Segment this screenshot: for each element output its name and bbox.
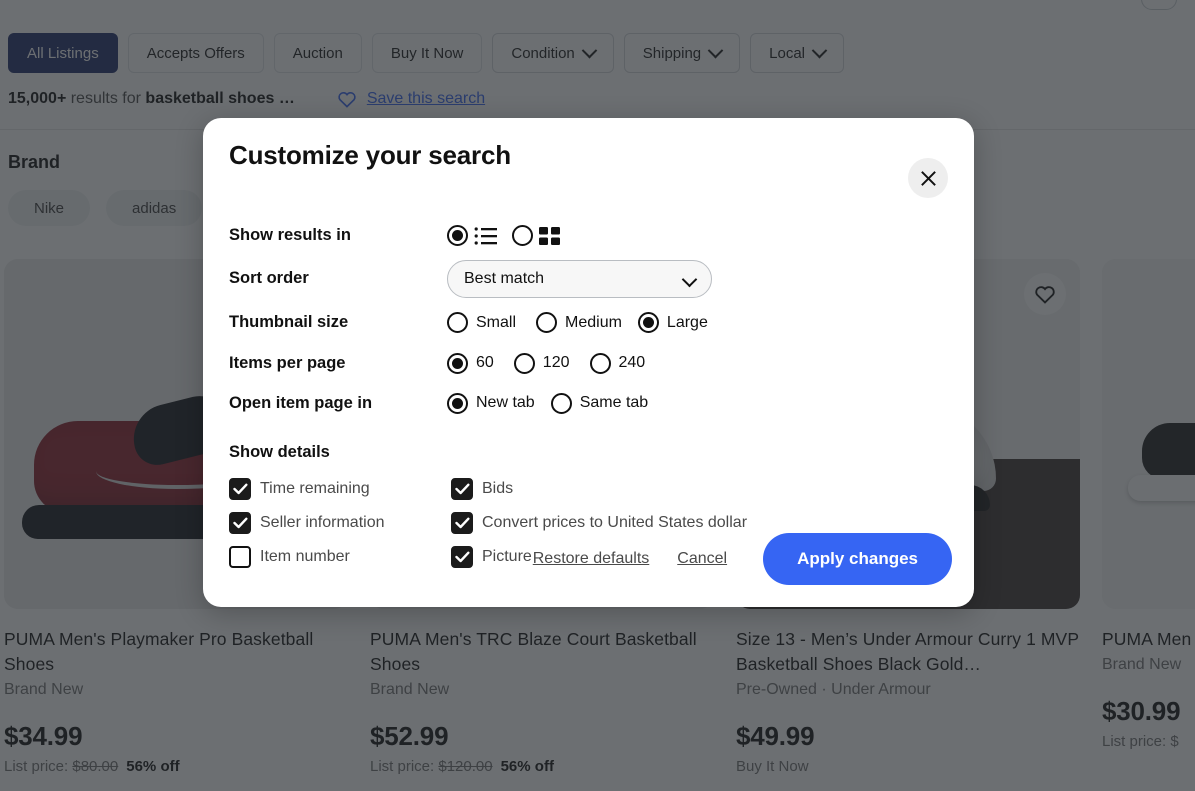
setting-label: Thumbnail size (229, 313, 447, 332)
option-label: Item number (260, 548, 350, 566)
list-view-icon (474, 226, 498, 246)
setting-label: Open item page in (229, 394, 447, 413)
checkbox-seller-information[interactable] (229, 512, 251, 534)
view-mode-group (447, 225, 561, 246)
radio-large[interactable] (638, 312, 659, 333)
checkbox-option-seller-information[interactable]: Seller information (229, 506, 451, 540)
apply-changes-button[interactable]: Apply changes (763, 533, 952, 585)
items-per-page-option-240[interactable]: 240 (590, 353, 646, 374)
option-label: Time remaining (260, 480, 370, 498)
setting-row-sort-order: Sort order Best match (229, 255, 948, 302)
items-per-page-group: 60 120 240 (447, 353, 645, 374)
checkbox-item-number[interactable] (229, 546, 251, 568)
option-label: 60 (476, 354, 494, 372)
checkbox-picture[interactable] (451, 546, 473, 568)
thumbnail-size-option-small[interactable]: Small (447, 312, 516, 333)
thumbnail-size-option-large[interactable]: Large (638, 312, 708, 333)
thumbnail-size-option-medium[interactable]: Medium (536, 312, 622, 333)
close-icon (919, 169, 938, 188)
dialog-header: Customize your search (203, 118, 974, 198)
cancel-button[interactable]: Cancel (663, 550, 741, 568)
show-details-column-left: Time remaining Seller information Item n… (229, 472, 451, 574)
checkbox-option-item-number[interactable]: Item number (229, 540, 451, 574)
setting-row-items-per-page: Items per page 60 120 240 (229, 343, 948, 383)
open-item-page-group: New tab Same tab (447, 393, 648, 414)
option-label: Medium (565, 314, 622, 332)
sort-order-select[interactable]: Best match (447, 260, 712, 298)
setting-row-open-item-page-in: Open item page in New tab Same tab (229, 383, 948, 423)
thumbnail-size-group: Small Medium Large (447, 312, 708, 333)
radio-small[interactable] (447, 312, 468, 333)
radio-list-view[interactable] (447, 225, 468, 246)
setting-row-show-results-in: Show results in (229, 216, 948, 255)
checkbox-time-remaining[interactable] (229, 478, 251, 500)
checkbox-convert-prices[interactable] (451, 512, 473, 534)
option-label: New tab (476, 394, 535, 412)
dialog-footer: Restore defaults Cancel Apply changes (519, 533, 952, 585)
option-label: Convert prices to United States dollar (482, 514, 747, 532)
radio-60[interactable] (447, 353, 468, 374)
checkbox-option-bids[interactable]: Bids (451, 472, 747, 506)
items-per-page-option-120[interactable]: 120 (514, 353, 570, 374)
option-label: Small (476, 314, 516, 332)
option-label: Seller information (260, 514, 385, 532)
view-mode-option-grid[interactable] (512, 225, 561, 246)
radio-240[interactable] (590, 353, 611, 374)
setting-label: Items per page (229, 354, 447, 373)
dialog-body: Show results in (203, 198, 974, 574)
dialog-title: Customize your search (229, 140, 511, 171)
view-mode-option-list[interactable] (447, 225, 498, 246)
radio-120[interactable] (514, 353, 535, 374)
setting-label: Sort order (229, 269, 447, 288)
sort-order-control: Best match (447, 260, 712, 298)
customize-search-dialog: Customize your search Show results in (203, 118, 974, 607)
open-item-page-option-same-tab[interactable]: Same tab (551, 393, 648, 414)
option-label: Same tab (580, 394, 648, 412)
checkbox-option-time-remaining[interactable]: Time remaining (229, 472, 451, 506)
close-dialog-button[interactable] (908, 158, 948, 198)
checkbox-bids[interactable] (451, 478, 473, 500)
option-label: 120 (543, 354, 570, 372)
open-item-page-option-new-tab[interactable]: New tab (447, 393, 535, 414)
setting-row-thumbnail-size: Thumbnail size Small Medium Large (229, 302, 948, 343)
radio-medium[interactable] (536, 312, 557, 333)
grid-view-icon (539, 226, 561, 246)
option-label: Large (667, 314, 708, 332)
radio-new-tab[interactable] (447, 393, 468, 414)
option-label: Bids (482, 480, 513, 498)
option-label: 240 (619, 354, 646, 372)
radio-grid-view[interactable] (512, 225, 533, 246)
items-per-page-option-60[interactable]: 60 (447, 353, 494, 374)
restore-defaults-button[interactable]: Restore defaults (519, 550, 664, 568)
show-details-title: Show details (229, 443, 948, 462)
radio-same-tab[interactable] (551, 393, 572, 414)
setting-label: Show results in (229, 226, 447, 245)
